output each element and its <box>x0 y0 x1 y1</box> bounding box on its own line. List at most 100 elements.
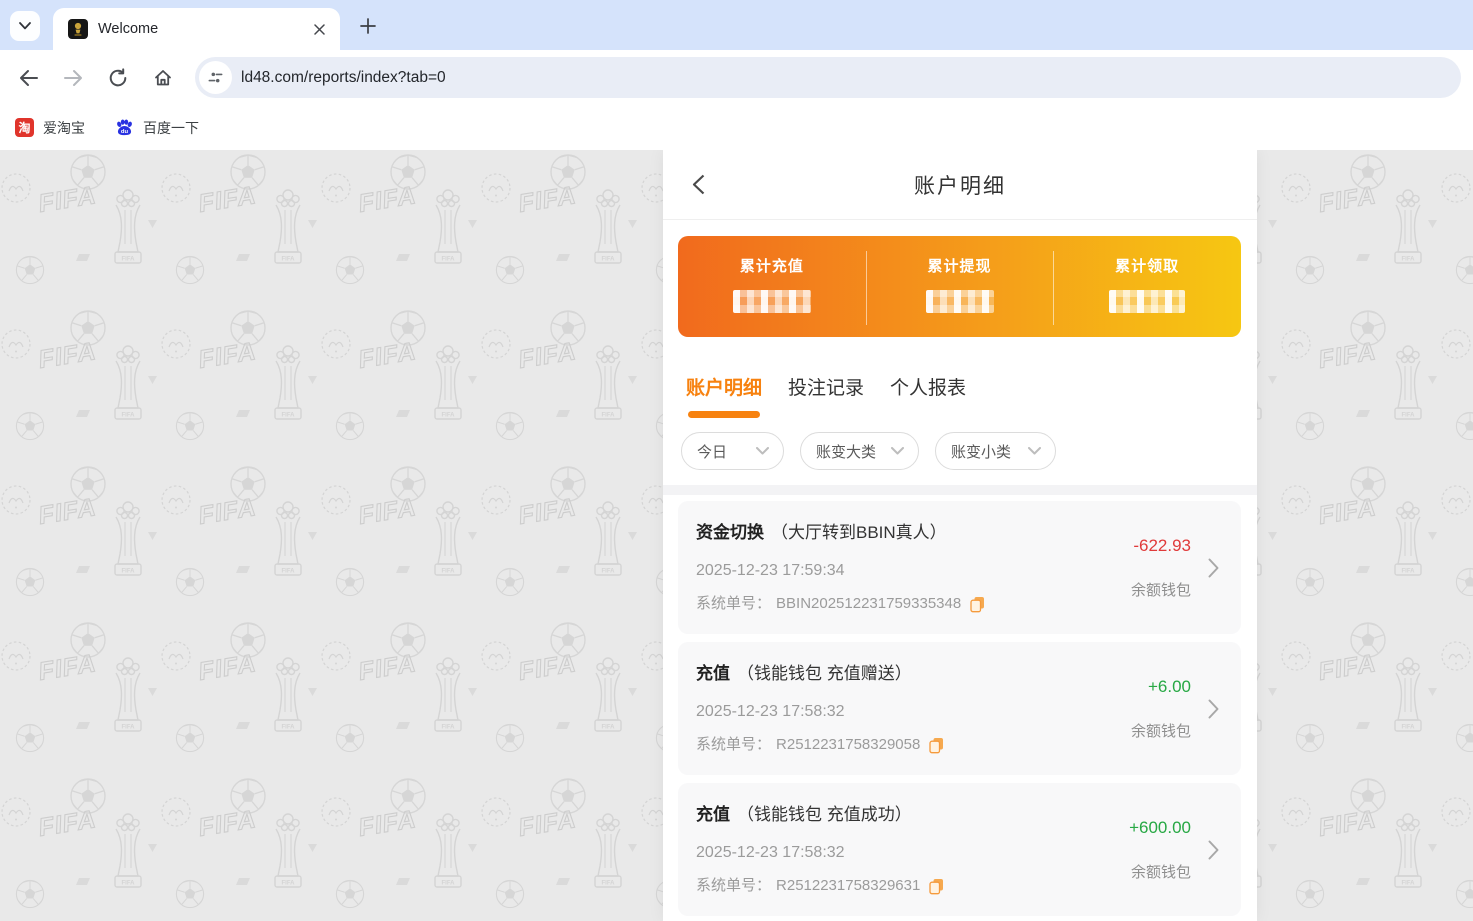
transaction-order-row: 系统单号： R2512231758329058 <box>696 735 1121 755</box>
transaction-card[interactable]: 充值 （钱能钱包 充值成功） 2025-12-23 17:58:32 系统单号： … <box>678 783 1241 916</box>
browser-toolbar: ld48.com/reports/index?tab=0 <box>0 50 1473 105</box>
transaction-amount: +600.00 <box>1129 818 1191 838</box>
transaction-amount-block: -622.93 余额钱包 <box>1131 536 1191 600</box>
stat-total-claimed: 累计领取 <box>1053 236 1241 337</box>
active-tab-underline <box>688 411 760 418</box>
url-text[interactable]: ld48.com/reports/index?tab=0 <box>241 69 446 87</box>
copy-icon <box>929 737 944 754</box>
filters-row: 今日 账变大类 账变小类 <box>663 418 1257 485</box>
copy-icon <box>970 596 985 613</box>
chevron-down-icon <box>1028 447 1041 455</box>
transaction-time: 2025-12-23 17:59:34 <box>696 560 1121 581</box>
report-tabs: 账户明细 投注记录 个人报表 <box>663 337 1257 418</box>
order-number-value: R2512231758329058 <box>776 735 920 755</box>
transaction-title: 充值 （钱能钱包 充值成功） <box>696 803 1121 826</box>
baidu-paw-icon: du <box>115 118 134 137</box>
stat-total-withdraw: 累计提现 <box>866 236 1054 337</box>
site-settings-chip[interactable] <box>199 61 232 94</box>
masked-value <box>733 290 811 313</box>
browser-window: Welcome <box>0 0 1473 921</box>
transaction-detail: （钱能钱包 充值赠送） <box>737 664 912 683</box>
filter-major-category-dropdown[interactable]: 账变大类 <box>800 432 919 470</box>
transaction-amount-block: +600.00 余额钱包 <box>1129 818 1191 882</box>
totals-card: 累计充值 累计提现 累计领取 <box>678 236 1241 337</box>
transaction-title: 资金切换 （大厅转到BBIN真人） <box>696 521 1121 544</box>
close-icon <box>314 24 325 35</box>
bookmarks-bar: 淘 爱淘宝 du 百度一下 <box>0 105 1473 150</box>
filter-date-dropdown[interactable]: 今日 <box>681 432 784 470</box>
order-number-value: BBIN202512231759335348 <box>776 594 961 614</box>
back-button[interactable] <box>10 60 46 96</box>
chevron-left-icon <box>692 174 705 195</box>
bookmark-label: 百度一下 <box>143 118 199 138</box>
tab-account-detail[interactable]: 账户明细 <box>686 373 762 418</box>
transaction-order-row: 系统单号： R2512231758329631 <box>696 876 1121 896</box>
reload-icon <box>108 68 128 88</box>
transaction-amount: -622.93 <box>1133 536 1191 556</box>
page-title: 账户明细 <box>914 170 1006 200</box>
bookmark-label: 爱淘宝 <box>43 118 85 138</box>
transaction-time: 2025-12-23 17:58:32 <box>696 842 1121 863</box>
transaction-type: 资金切换 <box>696 523 764 542</box>
transaction-wallet: 余额钱包 <box>1131 720 1191 741</box>
reload-button[interactable] <box>100 60 136 96</box>
copy-order-button[interactable] <box>929 878 944 895</box>
plus-icon <box>360 18 376 34</box>
transaction-wallet: 余额钱包 <box>1131 579 1191 600</box>
transaction-detail: （钱能钱包 充值成功） <box>737 805 912 824</box>
transaction-wallet: 余额钱包 <box>1131 861 1191 882</box>
stat-total-deposit: 累计充值 <box>678 236 866 337</box>
chevron-right-icon <box>1208 699 1219 719</box>
transaction-type: 充值 <box>696 805 730 824</box>
order-number-label: 系统单号： <box>696 594 771 614</box>
section-separator <box>663 485 1257 495</box>
transaction-card[interactable]: 资金切换 （大厅转到BBIN真人） 2025-12-23 17:59:34 系统单… <box>678 501 1241 634</box>
order-number-value: R2512231758329631 <box>776 876 920 896</box>
filter-minor-category-dropdown[interactable]: 账变小类 <box>935 432 1056 470</box>
tab-strip: Welcome <box>0 0 1473 50</box>
tab-close-button[interactable] <box>308 18 330 40</box>
order-number-label: 系统单号： <box>696 876 771 896</box>
transaction-type: 充值 <box>696 664 730 683</box>
order-number-label: 系统单号： <box>696 735 771 755</box>
back-arrow-icon <box>18 69 39 87</box>
chevron-down-icon <box>756 447 769 455</box>
bookmark-aitaobao[interactable]: 淘 爱淘宝 <box>15 118 85 138</box>
tab-welcome[interactable]: Welcome <box>53 8 340 50</box>
transaction-time: 2025-12-23 17:58:32 <box>696 701 1121 722</box>
transaction-order-row: 系统单号： BBIN202512231759335348 <box>696 594 1121 614</box>
site-favicon-icon <box>68 19 88 39</box>
forward-arrow-icon <box>63 69 84 87</box>
page-content: FIFA FIFA <box>0 150 1473 921</box>
transaction-detail: （大厅转到BBIN真人） <box>771 523 947 542</box>
forward-button[interactable] <box>55 60 91 96</box>
bookmark-baidu[interactable]: du 百度一下 <box>115 118 199 138</box>
tune-icon <box>208 70 223 85</box>
tab-personal-report[interactable]: 个人报表 <box>890 373 966 418</box>
masked-value <box>1109 290 1185 313</box>
chevron-down-icon <box>19 22 31 30</box>
account-detail-panel: 账户明细 累计充值 累计提现 累计领取 账户明细 <box>663 150 1257 921</box>
transaction-amount: +6.00 <box>1148 677 1191 697</box>
taobao-icon: 淘 <box>15 118 34 137</box>
masked-value <box>926 290 994 313</box>
tab-bet-records[interactable]: 投注记录 <box>788 373 864 418</box>
address-bar[interactable]: ld48.com/reports/index?tab=0 <box>195 57 1461 98</box>
transaction-amount-block: +6.00 余额钱包 <box>1131 677 1191 741</box>
new-tab-button[interactable] <box>355 13 381 39</box>
tab-title: Welcome <box>98 21 308 37</box>
chevron-down-icon <box>891 447 904 455</box>
transaction-card[interactable]: 充值 （钱能钱包 充值赠送） 2025-12-23 17:58:32 系统单号： … <box>678 642 1241 775</box>
copy-order-button[interactable] <box>970 596 985 613</box>
chevron-right-icon <box>1208 840 1219 860</box>
back-chevron-button[interactable] <box>692 174 705 198</box>
panel-header: 账户明细 <box>663 150 1257 220</box>
transaction-title: 充值 （钱能钱包 充值赠送） <box>696 662 1121 685</box>
copy-order-button[interactable] <box>929 737 944 754</box>
svg-text:du: du <box>121 129 129 135</box>
transaction-list: 资金切换 （大厅转到BBIN真人） 2025-12-23 17:59:34 系统单… <box>663 495 1257 921</box>
copy-icon <box>929 878 944 895</box>
chevron-right-icon <box>1208 558 1219 578</box>
home-button[interactable] <box>145 60 181 96</box>
tab-search-button[interactable] <box>10 11 40 41</box>
